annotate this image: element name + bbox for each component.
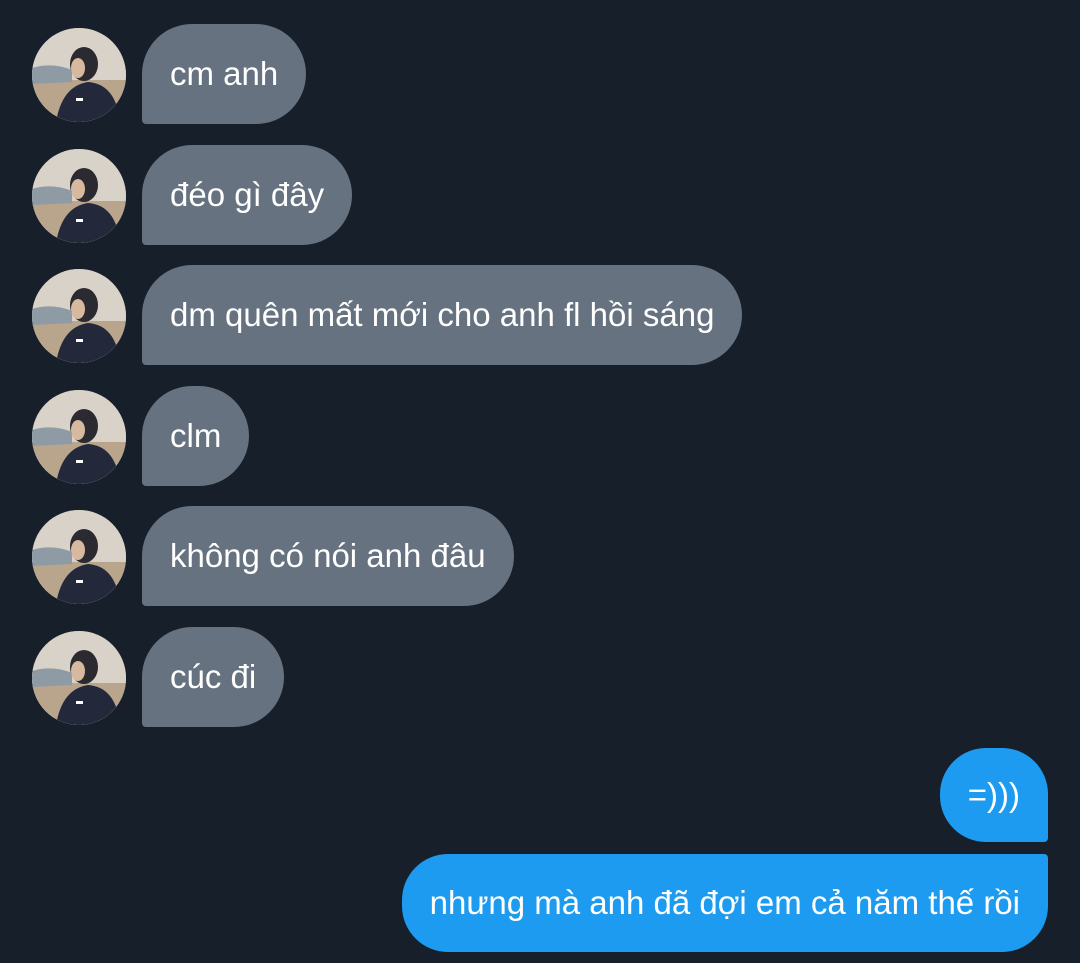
avatar[interactable] [32, 269, 126, 363]
message-text: =))) [967, 776, 1020, 813]
message-bubble-incoming[interactable]: không có nói anh đâu [142, 506, 514, 606]
avatar-photo-icon [32, 631, 126, 725]
message-text: không có nói anh đâu [170, 537, 486, 574]
message-text: cúc đi [170, 658, 257, 695]
avatar[interactable] [32, 631, 126, 725]
message-bubble-incoming[interactable]: dm quên mất mới cho anh fl hồi sáng [142, 265, 743, 365]
avatar-photo-icon [32, 28, 126, 122]
message-bubble-incoming[interactable]: clm [142, 386, 250, 486]
message-text: dm quên mất mới cho anh fl hồi sáng [170, 296, 715, 333]
message-text: nhưng mà anh đã đợi em cả năm thế rồi [429, 884, 1020, 921]
conversation-screen: { "conversation": { "incoming": [ {"text… [0, 0, 1080, 963]
avatar-photo-icon [32, 269, 126, 363]
message-text: cm anh [170, 55, 279, 92]
avatar-photo-icon [32, 149, 126, 243]
message-text: đéo gì đây [170, 176, 325, 213]
message-bubble-incoming[interactable]: đéo gì đây [142, 145, 353, 245]
avatar-photo-icon [32, 390, 126, 484]
avatar[interactable] [32, 510, 126, 604]
message-bubble-outgoing[interactable]: =))) [939, 748, 1048, 842]
message-bubble-incoming[interactable]: cúc đi [142, 627, 285, 727]
avatar[interactable] [32, 149, 126, 243]
avatar-photo-icon [32, 510, 126, 604]
message-bubble-incoming[interactable]: cm anh [142, 24, 307, 124]
message-bubble-outgoing[interactable]: nhưng mà anh đã đợi em cả năm thế rồi [401, 854, 1048, 952]
avatar[interactable] [32, 390, 126, 484]
avatar[interactable] [32, 28, 126, 122]
message-text: clm [170, 417, 222, 454]
